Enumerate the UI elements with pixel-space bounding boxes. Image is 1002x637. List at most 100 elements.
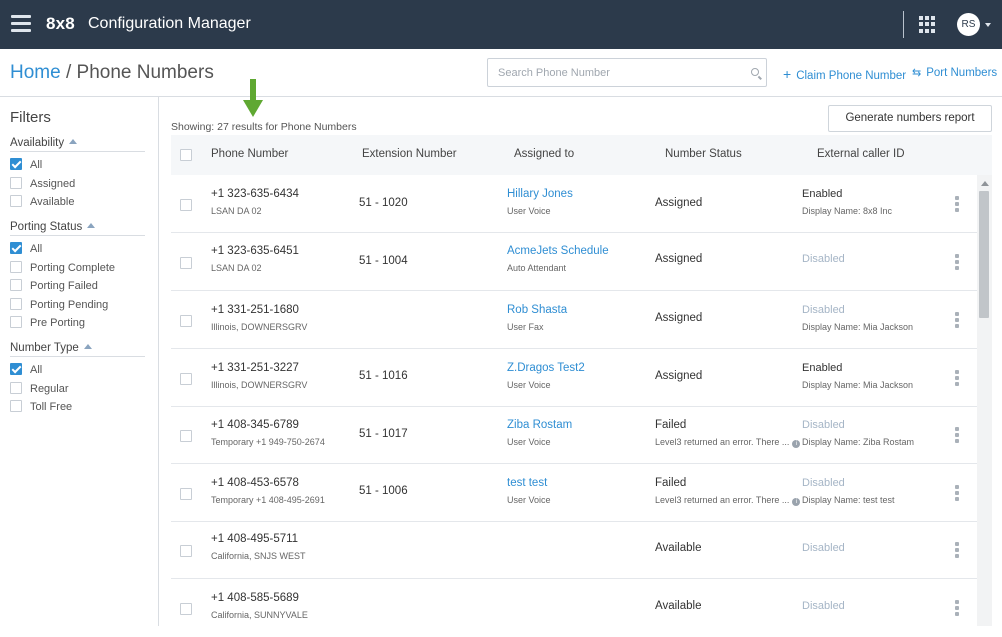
number-status: Available	[655, 542, 702, 554]
table-row[interactable]: +1 323-635-6434 LSAN DA 02 51 - 1020 Hill…	[171, 175, 977, 233]
assignee-link[interactable]: AcmeJets Schedule	[507, 245, 609, 257]
info-icon[interactable]: i	[792, 440, 801, 448]
scrollbar-thumb[interactable]	[979, 191, 989, 318]
external-caller-id-cell: Disabled	[802, 600, 845, 612]
info-icon[interactable]: i	[792, 498, 801, 506]
checkbox[interactable]	[10, 195, 22, 207]
checkbox[interactable]	[10, 400, 22, 412]
row-checkbox[interactable]	[180, 315, 192, 327]
status-error-text: Level3 returned an error. There ...	[655, 495, 790, 505]
checkbox[interactable]	[10, 363, 22, 375]
assignee-link[interactable]: Z.Dragos Test2	[507, 362, 585, 374]
row-checkbox[interactable]	[180, 257, 192, 269]
external-caller-id-cell: Disabled Display Name: Ziba Rostam	[802, 419, 914, 447]
table-row[interactable]: +1 331-251-3227 Illinois, DOWNERSGRV 51 -…	[171, 349, 977, 407]
logo: 8x8	[46, 14, 75, 33]
number-status: Failed	[655, 419, 687, 431]
column-header-number-status[interactable]: Number Status	[665, 148, 742, 160]
search-input[interactable]: Search Phone Number	[487, 58, 767, 87]
number-status-cell: Failed Level3 returned an error. There ..…	[655, 477, 801, 506]
filters-title: Filters	[10, 109, 51, 126]
filter-option-regular[interactable]: Regular	[10, 382, 69, 395]
breadcrumb-home-link[interactable]: Home	[10, 62, 61, 83]
row-checkbox[interactable]	[180, 430, 192, 442]
table-row[interactable]: +1 408-453-6578 Temporary +1 408-495-2691…	[171, 464, 977, 522]
filter-option-porting-failed[interactable]: Porting Failed	[10, 279, 98, 292]
phone-location: California, SUNNYVALE	[211, 610, 308, 620]
filter-group-porting-status[interactable]: Porting Status	[10, 221, 145, 236]
checkbox[interactable]	[10, 177, 22, 189]
external-caller-id-cell: Disabled Display Name: Mia Jackson	[802, 304, 913, 332]
table-row[interactable]: +1 408-495-5711 California, SNJS WEST Ava…	[171, 521, 977, 579]
column-header-phone-number[interactable]: Phone Number	[211, 148, 288, 160]
row-checkbox[interactable]	[180, 545, 192, 557]
filter-group-availability[interactable]: Availability	[10, 137, 145, 152]
filter-option-toll-free[interactable]: Toll Free	[10, 400, 72, 413]
status-error-note: Level3 returned an error. There ... i	[655, 495, 801, 506]
claim-phone-number-button[interactable]: + Claim Phone Number	[783, 66, 906, 82]
phone-number: +1 331-251-3227	[211, 362, 299, 374]
swap-arrows-icon: ⇆	[912, 67, 922, 79]
filter-option-label: Available	[30, 196, 75, 208]
checkbox[interactable]	[10, 261, 22, 273]
hamburger-menu-icon[interactable]	[11, 15, 31, 32]
phone-number-cell: +1 408-585-5689 California, SUNNYVALE	[211, 592, 308, 620]
checkbox[interactable]	[10, 382, 22, 394]
filter-group-number-type[interactable]: Number Type	[10, 342, 145, 357]
select-all-checkbox[interactable]	[180, 149, 192, 161]
assignee-link[interactable]: Rob Shasta	[507, 304, 567, 316]
caller-id-state: Disabled	[802, 600, 845, 612]
port-numbers-button[interactable]: ⇆ Port Numbers	[912, 66, 997, 79]
more-options-icon[interactable]	[955, 254, 959, 270]
chevron-up-icon[interactable]	[69, 139, 78, 144]
filter-option-porting-pending[interactable]: Porting Pending	[10, 298, 108, 311]
more-options-icon[interactable]	[955, 427, 959, 443]
scroll-up-arrow-icon[interactable]	[981, 181, 989, 186]
filter-option-pre-porting[interactable]: Pre Porting	[10, 316, 85, 329]
assignee-link[interactable]: Ziba Rostam	[507, 419, 572, 431]
column-header-external-caller-id[interactable]: External caller ID	[817, 148, 905, 160]
assignee-link[interactable]: Hillary Jones	[507, 188, 573, 200]
filter-option-porting-all[interactable]: All	[10, 242, 42, 255]
extension-number: 51 - 1016	[359, 370, 408, 382]
filter-option-label: Toll Free	[30, 401, 73, 413]
extension-number: 51 - 1004	[359, 255, 408, 267]
checkbox[interactable]	[10, 242, 22, 254]
user-avatar[interactable]: RS	[957, 13, 980, 36]
column-header-extension-number[interactable]: Extension Number	[362, 148, 457, 160]
chevron-up-icon[interactable]	[87, 223, 96, 228]
plus-icon: +	[783, 66, 792, 82]
filter-option-assigned[interactable]: Assigned	[10, 177, 75, 190]
filter-option-available[interactable]: Available	[10, 195, 74, 208]
table-row[interactable]: +1 408-345-6789 Temporary +1 949-750-2674…	[171, 406, 977, 464]
more-options-icon[interactable]	[955, 600, 959, 616]
search-icon[interactable]	[751, 68, 759, 76]
app-launcher-grid-icon[interactable]	[919, 16, 936, 33]
phone-location: Temporary +1 408-495-2691	[211, 495, 325, 505]
assignee-type: User Voice	[507, 380, 551, 390]
row-checkbox[interactable]	[180, 488, 192, 500]
generate-numbers-report-button[interactable]: Generate numbers report	[828, 105, 992, 132]
filter-option-availability-all[interactable]: All	[10, 158, 42, 171]
column-header-assigned-to[interactable]: Assigned to	[514, 148, 574, 160]
assignee-link[interactable]: test test	[507, 477, 547, 489]
row-checkbox[interactable]	[180, 199, 192, 211]
more-options-icon[interactable]	[955, 542, 959, 558]
table-row[interactable]: +1 323-635-6451 LSAN DA 02 51 - 1004 Acme…	[171, 233, 977, 291]
table-row[interactable]: +1 408-585-5689 California, SUNNYVALE Ava…	[171, 579, 977, 637]
checkbox[interactable]	[10, 158, 22, 170]
more-options-icon[interactable]	[955, 485, 959, 501]
checkbox[interactable]	[10, 298, 22, 310]
checkbox[interactable]	[10, 279, 22, 291]
row-checkbox[interactable]	[180, 603, 192, 615]
chevron-down-icon[interactable]	[985, 23, 991, 27]
filter-option-porting-complete[interactable]: Porting Complete	[10, 261, 115, 274]
filter-option-number-type-all[interactable]: All	[10, 363, 42, 376]
more-options-icon[interactable]	[955, 370, 959, 386]
row-checkbox[interactable]	[180, 373, 192, 385]
table-row[interactable]: +1 331-251-1680 Illinois, DOWNERSGRV Rob …	[171, 291, 977, 349]
checkbox[interactable]	[10, 316, 22, 328]
chevron-up-icon[interactable]	[83, 344, 92, 349]
more-options-icon[interactable]	[955, 196, 959, 212]
more-options-icon[interactable]	[955, 312, 959, 328]
